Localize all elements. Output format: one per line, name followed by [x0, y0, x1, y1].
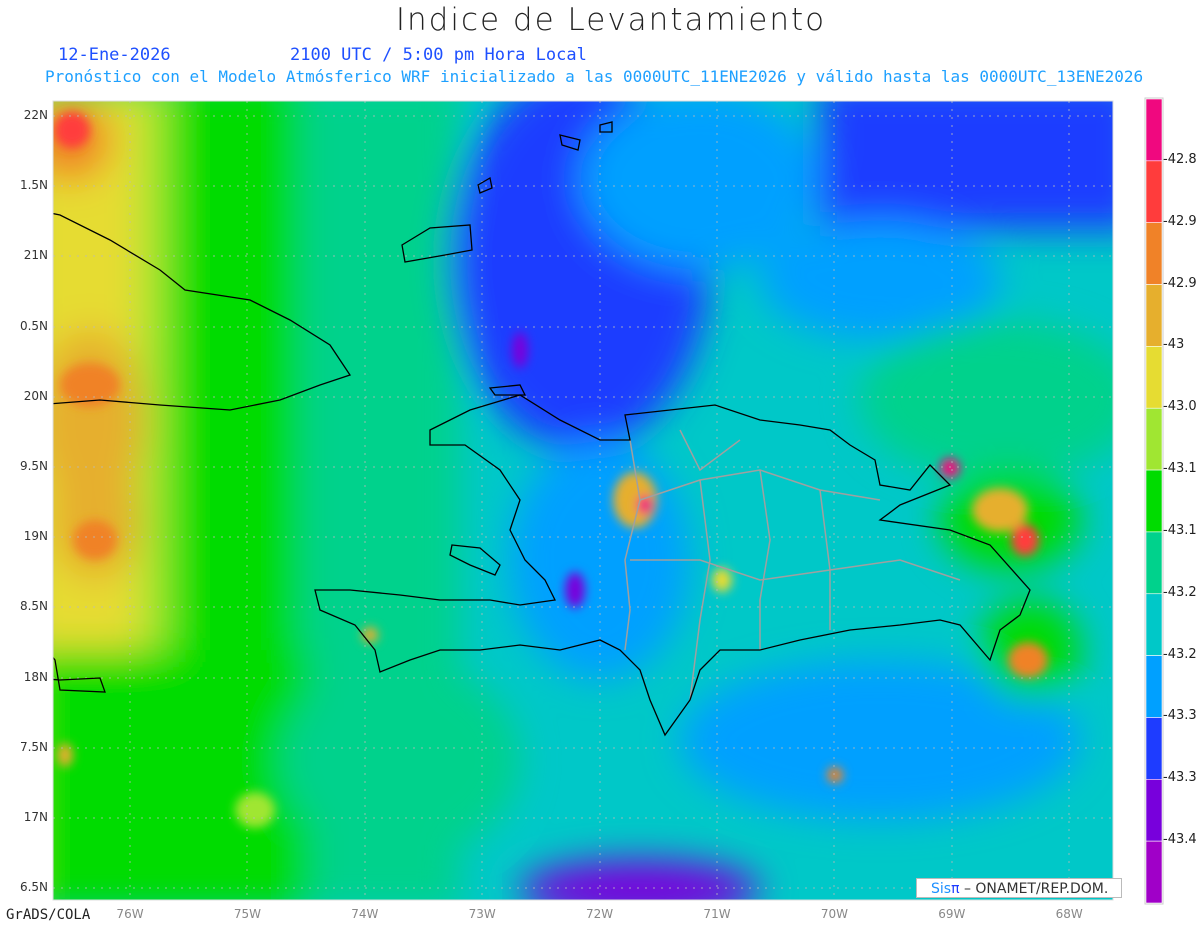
colorbar-label: -43.1	[1163, 522, 1197, 538]
colorbar-swatch	[1145, 407, 1163, 471]
colorbar-swatch	[1145, 655, 1163, 718]
credit-logo-pi: π	[951, 881, 960, 897]
lat-label: 0.5N	[19, 318, 48, 333]
lat-label: 19N	[23, 529, 48, 544]
forecast-time: 2100 UTC / 5:00 pm Hora Local	[290, 45, 587, 65]
lifted-index-map	[52, 97, 1164, 905]
colorbar-label: -43.3	[1163, 770, 1197, 786]
lon-label: 76W	[116, 907, 144, 921]
colorbar-swatch	[1145, 469, 1163, 533]
lat-label: 6.5N	[19, 880, 48, 895]
model-subtitle: Pronóstico con el Modelo Atmósferico WRF…	[45, 67, 1144, 86]
colorbar-label: -42.9	[1163, 213, 1197, 229]
colorbar-label: -43.0	[1163, 399, 1197, 415]
colorbar-label: -43.4	[1163, 832, 1197, 848]
lat-label: 8.5N	[19, 599, 48, 614]
colorbar-label: -43.3	[1163, 708, 1197, 724]
colorbar-swatch	[1145, 98, 1163, 162]
lon-label: 68W	[1055, 907, 1083, 921]
colorbar-label: -43.1	[1163, 461, 1197, 477]
colorbar-label: -42.8	[1163, 151, 1197, 167]
colorbar-label: -42.9	[1163, 275, 1197, 291]
map-title: Indice de Levantamiento	[395, 2, 827, 38]
lat-label: 18N	[23, 669, 48, 684]
colorbar-swatch	[1145, 160, 1163, 223]
lat-label: 7.5N	[19, 739, 48, 754]
colorbar-swatch	[1145, 222, 1163, 285]
lon-label: 70W	[820, 907, 848, 921]
credit-box: Sisπ – ONAMET/REP.DOM.	[916, 878, 1122, 898]
grads-footer: GrADS/COLA	[6, 907, 91, 923]
colorbar-swatch	[1145, 840, 1163, 904]
colorbar-label: -43.2	[1163, 584, 1197, 600]
lat-label: 1.5N	[19, 178, 48, 193]
lon-label: 74W	[351, 907, 379, 921]
lat-label: 21N	[23, 248, 48, 263]
colorbar-swatch	[1145, 717, 1163, 780]
lon-label: 69W	[938, 907, 966, 921]
colorbar	[1144, 97, 1164, 905]
colorbar-swatch	[1145, 593, 1163, 656]
contour-field	[53, 101, 1113, 900]
lat-label: 20N	[23, 388, 48, 403]
colorbar-label: -43.2	[1163, 646, 1197, 662]
lon-label: 73W	[468, 907, 496, 921]
colorbar-swatch	[1145, 531, 1163, 595]
lon-label: 72W	[586, 907, 614, 921]
lon-label: 71W	[703, 907, 731, 921]
lat-label: 17N	[23, 810, 48, 824]
lat-label: 22N	[23, 108, 48, 122]
colorbar-swatch	[1145, 779, 1163, 842]
credit-text: – ONAMET/REP.DOM.	[959, 881, 1109, 897]
credit-logo-sis: Sis	[931, 881, 952, 897]
colorbar-swatch	[1145, 346, 1163, 409]
colorbar-swatch	[1145, 284, 1163, 347]
colorbar-label: -43	[1163, 337, 1185, 353]
lat-label: 9.5N	[19, 459, 48, 473]
lon-label: 75W	[233, 907, 261, 921]
forecast-date: 12-Ene-2026	[58, 45, 171, 65]
